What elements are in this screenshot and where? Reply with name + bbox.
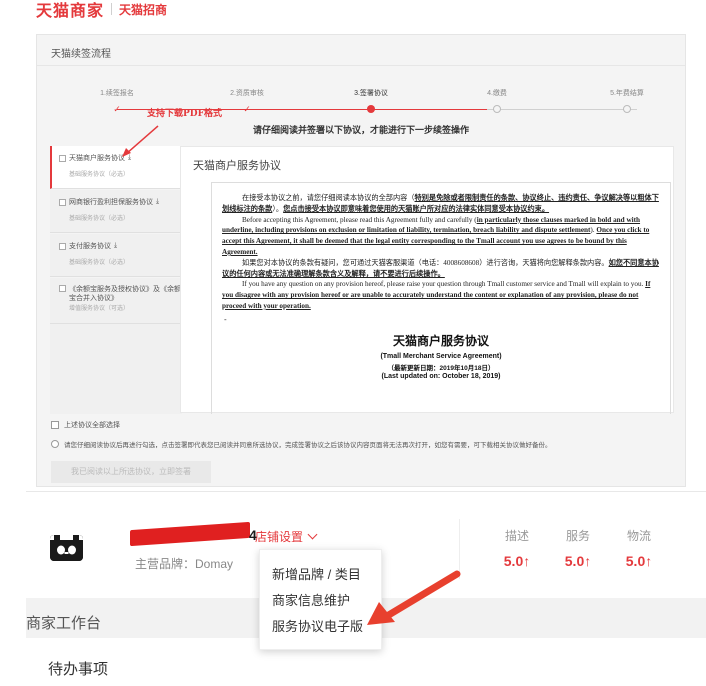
callout-arrow-icon (122, 125, 159, 157)
select-all-checkbox[interactable] (51, 421, 59, 429)
agreement-item-mybank[interactable]: 网商银行盈利担保服务协议 ⤓ 基础服务协议（必选） (50, 190, 182, 233)
chevron-down-icon (307, 529, 318, 540)
sign-button[interactable]: 我已阅读以上所选协议，立即签署 (51, 461, 211, 483)
step-1: 1.续签报名 ✓ (57, 88, 177, 114)
step-4: 4.缴费 (437, 88, 557, 113)
store-settings-label: 店铺设置 (255, 530, 304, 544)
store-settings-dropdown: 新增品牌 / 类目 商家信息维护 服务协议电子版 (259, 549, 382, 650)
download-icon[interactable]: ⤓ (156, 198, 159, 206)
brand-divider (111, 3, 113, 15)
metric-label: 物流 (626, 529, 651, 543)
metric-value: 5.0↑ (564, 553, 592, 569)
step-3: 3.签署协议 (311, 88, 431, 113)
menu-item-service-agreement-electronic[interactable]: 服务协议电子版 (260, 614, 381, 640)
metric-service: 服务 5.0↑ (553, 527, 603, 569)
workbench-title: 商家工作台 (26, 615, 102, 632)
check-icon: ✓ (243, 104, 251, 114)
intro-paragraph-cn: 在接受本协议之前，请您仔细阅读本协议的全部内容（特别是免除或者限制责任的条款、协… (222, 194, 659, 213)
contact-paragraph-en: If you have any question on any provisio… (222, 280, 651, 310)
check-icon: ✓ (113, 104, 121, 114)
brand-header: 天猫商家 天猫招商 (36, 0, 167, 21)
agreement-list: 天猫商户服务协议 ⤓ 基础服务协议（必选） 网商银行盈利担保服务协议 ⤓ 基础服… (50, 146, 182, 414)
metric-description: 描述 5.0↑ (492, 527, 542, 569)
updated-date-cn: （最新更新日期：2019年10月18日） (387, 364, 495, 372)
select-all-label: 上述协议全部选择 (64, 422, 120, 429)
agreement-type: 基础服务协议（必选） (69, 216, 130, 222)
store-settings-menu[interactable]: 店铺设置 (255, 528, 318, 545)
divider (26, 491, 706, 492)
metric-label: 服务 (565, 529, 590, 543)
step-label: 3.签署协议 (354, 90, 388, 97)
document-title: 天猫商户服务协议 (392, 333, 489, 348)
step-2: 2.资质审核 ✓ (187, 88, 307, 114)
agreement-type: 基础服务协议（必选） (69, 260, 130, 266)
document-title-en: (Tmall Merchant Service Agreement) (380, 352, 502, 360)
pending-step-ring-icon (493, 105, 501, 113)
info-circle-icon (51, 440, 59, 448)
pending-step-ring-icon (623, 105, 631, 113)
todo-title: 待办事项 (48, 661, 109, 678)
current-step-dot-icon (367, 105, 375, 113)
pointer-arrow-icon (367, 570, 461, 625)
agreement-item-payment[interactable]: 支付服务协议 ⤓ 基础服务协议（必选） (50, 234, 182, 277)
agreement-name: 天猫商户服务协议 (69, 155, 125, 162)
contact-paragraph-cn: 如果您对本协议的条款有疑问，您可通过天猫客服渠道（电话：4008608608）进… (222, 258, 659, 278)
agreement-name: 支付服务协议 (69, 243, 111, 250)
step-5: 5.年费结算 (567, 88, 687, 113)
tmall-cat-logo (50, 535, 83, 561)
agreement-list-filler (50, 324, 182, 414)
agreement-name: 《余额宝服务及授权协议》及《余额宝合并入协议》 (69, 286, 181, 302)
brand-logo-text: 天猫商家 (36, 3, 105, 20)
progress-line-pending (487, 109, 637, 110)
metric-value: 5.0↑ (625, 553, 653, 569)
updated-date-en: (Last updated on: October 18, 2019) (381, 372, 501, 380)
agreement-checkbox[interactable] (59, 198, 66, 206)
dash-mark: - (224, 314, 227, 324)
divider (37, 65, 685, 66)
agreement-item-tmall-service[interactable]: 天猫商户服务协议 ⤓ 基础服务协议（必选） (50, 146, 182, 189)
select-all-row[interactable]: 上述协议全部选择 (51, 420, 120, 430)
step-label: 5.年费结算 (610, 90, 644, 97)
agreement-checkbox[interactable] (59, 154, 66, 162)
metric-value: 5.0↑ (503, 553, 531, 569)
sign-tip-row: 请您仔细阅读协议后再进行勾选，点击签署即代表您已阅读并同意所选协议，完成签署协议… (51, 439, 552, 449)
agreement-document[interactable]: 在接受本协议之前，请您仔细阅读本协议的全部内容（特别是免除或者限制责任的条款、协… (211, 182, 671, 414)
agreement-name: 网商银行盈利担保服务协议 (69, 199, 153, 206)
agreement-item-yuebao[interactable]: 《余额宝服务及授权协议》及《余额宝合并入协议》 增值服务协议（可选） (50, 278, 182, 324)
metric-logistics: 物流 5.0↑ (614, 527, 664, 569)
sign-tip-text: 请您仔细阅读协议后再进行勾选，点击签署即代表您已阅读并同意所选协议，完成签署协议… (64, 442, 552, 449)
metric-label: 描述 (504, 529, 529, 543)
agreement-type: 基础服务协议（必选） (69, 172, 130, 178)
agreement-checkbox[interactable] (59, 285, 66, 292)
intro-paragraph-en: Before accepting this Agreement, please … (222, 215, 650, 256)
viewer-title: 天猫商户服务协议 (193, 160, 281, 172)
agreement-type: 增值服务协议（可选） (69, 306, 130, 312)
step-label: 4.缴费 (487, 90, 507, 97)
agreement-checkbox[interactable] (59, 242, 66, 250)
step-label: 2.资质审核 (230, 90, 264, 97)
panel-title: 天猫续签流程 (51, 49, 111, 60)
brand-sub-link[interactable]: 天猫招商 (119, 1, 167, 18)
menu-item-add-brand-category[interactable]: 新增品牌 / 类目 (260, 562, 381, 588)
agreement-viewer: 天猫商户服务协议 在接受本协议之前，请您仔细阅读本协议的全部内容（特别是免除或者… (180, 146, 674, 414)
step-label: 1.续签报名 (100, 90, 134, 97)
pdf-download-callout: 支持下载PDF格式 (147, 109, 222, 119)
download-icon[interactable]: ⤓ (114, 242, 117, 250)
main-brand: 主营品牌：Domay (135, 557, 234, 571)
renewal-flow-panel: 天猫续签流程 1.续签报名 ✓ 2.资质审核 ✓ 3.签署协议 4.缴费 5.年… (36, 34, 686, 487)
menu-item-merchant-info[interactable]: 商家信息维护 (260, 588, 381, 614)
redacted-shop-name (130, 521, 250, 547)
